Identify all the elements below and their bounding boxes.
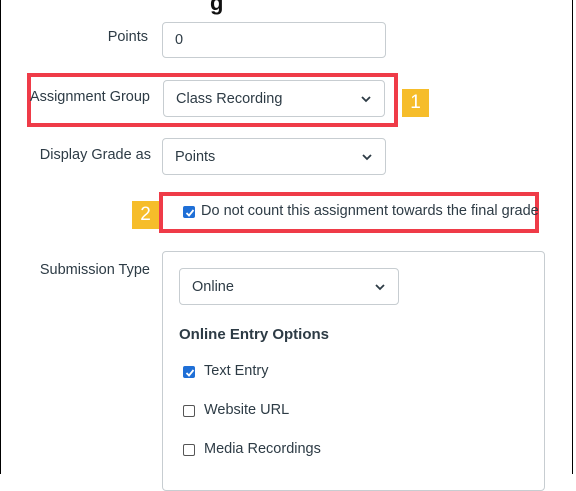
website-url-checkbox[interactable] — [183, 405, 195, 417]
checkmark-icon — [185, 369, 195, 377]
media-recordings-label: Media Recordings — [204, 441, 321, 457]
points-input[interactable]: 0 — [162, 22, 386, 58]
chevron-down-icon — [361, 95, 371, 102]
submission-type-select[interactable]: Online — [179, 268, 399, 305]
points-value: 0 — [175, 32, 184, 48]
website-url-label: Website URL — [204, 402, 290, 418]
online-entry-options-title: Online Entry Options — [179, 326, 330, 343]
page-heading-fragment: g — [210, 0, 224, 15]
display-grade-select[interactable]: Points — [162, 138, 386, 175]
callout-badge-2: 2 — [132, 201, 159, 229]
assignment-group-value: Class Recording — [176, 90, 283, 107]
media-recordings-checkbox[interactable] — [183, 444, 195, 456]
do-not-count-label: Do not count this assignment towards the… — [201, 203, 539, 219]
chevron-down-icon — [375, 283, 385, 290]
checkmark-icon — [185, 209, 195, 217]
display-grade-label: Display Grade as — [39, 147, 151, 163]
points-label: Points — [107, 29, 148, 45]
assignment-group-select[interactable]: Class Recording — [163, 80, 385, 117]
text-entry-label: Text Entry — [204, 363, 269, 379]
do-not-count-checkbox[interactable] — [183, 206, 195, 218]
chevron-down-icon — [362, 153, 372, 160]
assignment-group-label: Assignment Group — [29, 89, 150, 105]
display-grade-value: Points — [175, 148, 216, 165]
submission-type-value: Online — [192, 278, 234, 295]
text-entry-checkbox[interactable] — [183, 366, 195, 378]
callout-badge-1: 1 — [402, 89, 429, 117]
submission-type-label: Submission Type — [39, 262, 150, 278]
